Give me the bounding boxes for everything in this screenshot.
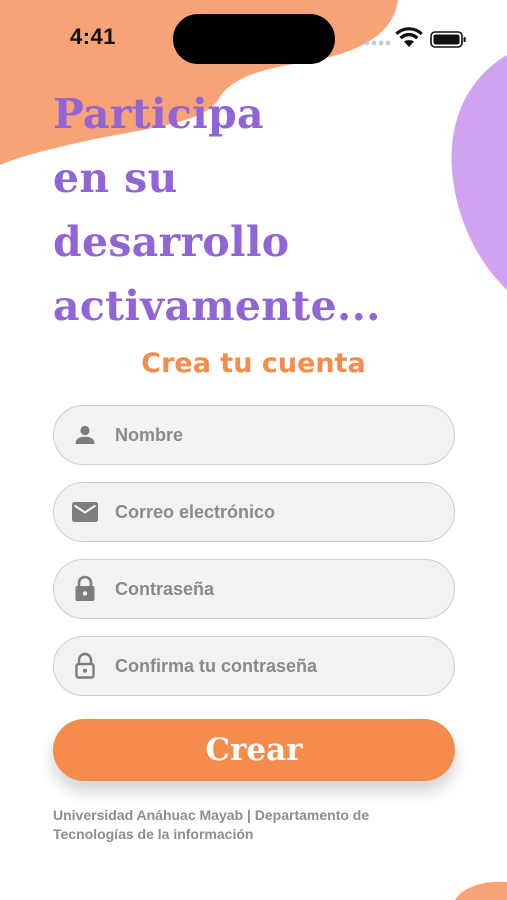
password-input[interactable] [115,574,434,604]
confirm-password-input[interactable] [115,651,434,681]
confirm-password-field[interactable] [53,636,455,696]
headline-line: activamente... [53,282,381,330]
person-icon [71,421,99,449]
footer-line: Tecnologías de la información [53,826,254,842]
mail-icon [71,498,99,526]
create-account-button[interactable]: Crear [53,719,455,781]
email-field[interactable] [53,482,455,542]
password-field[interactable] [53,559,455,619]
email-input[interactable] [115,497,434,527]
status-icons [364,27,466,48]
headline-line: Participa [53,90,264,138]
headline: Participa en su desarrollo activamente..… [53,82,381,338]
name-input[interactable] [115,420,434,450]
wifi-icon [395,27,423,47]
purple-blob-right [451,55,507,290]
lock-icon [71,575,99,603]
signal-icon [364,40,391,46]
dynamic-island [173,14,335,64]
name-field[interactable] [53,405,455,465]
footer-credit: Universidad Anáhuac Mayab | Departamento… [53,806,413,844]
battery-icon [430,31,466,48]
headline-line: desarrollo [53,218,290,266]
footer-line: Universidad Anáhuac Mayab | Departamento… [53,807,370,823]
lock-outline-icon [71,652,99,680]
status-time: 4:41 [70,24,117,49]
status-bar: 4:41 [0,0,507,80]
form-title: Crea tu cuenta [141,348,366,379]
orange-blob-bottom [455,881,507,900]
headline-line: en su [53,154,178,202]
